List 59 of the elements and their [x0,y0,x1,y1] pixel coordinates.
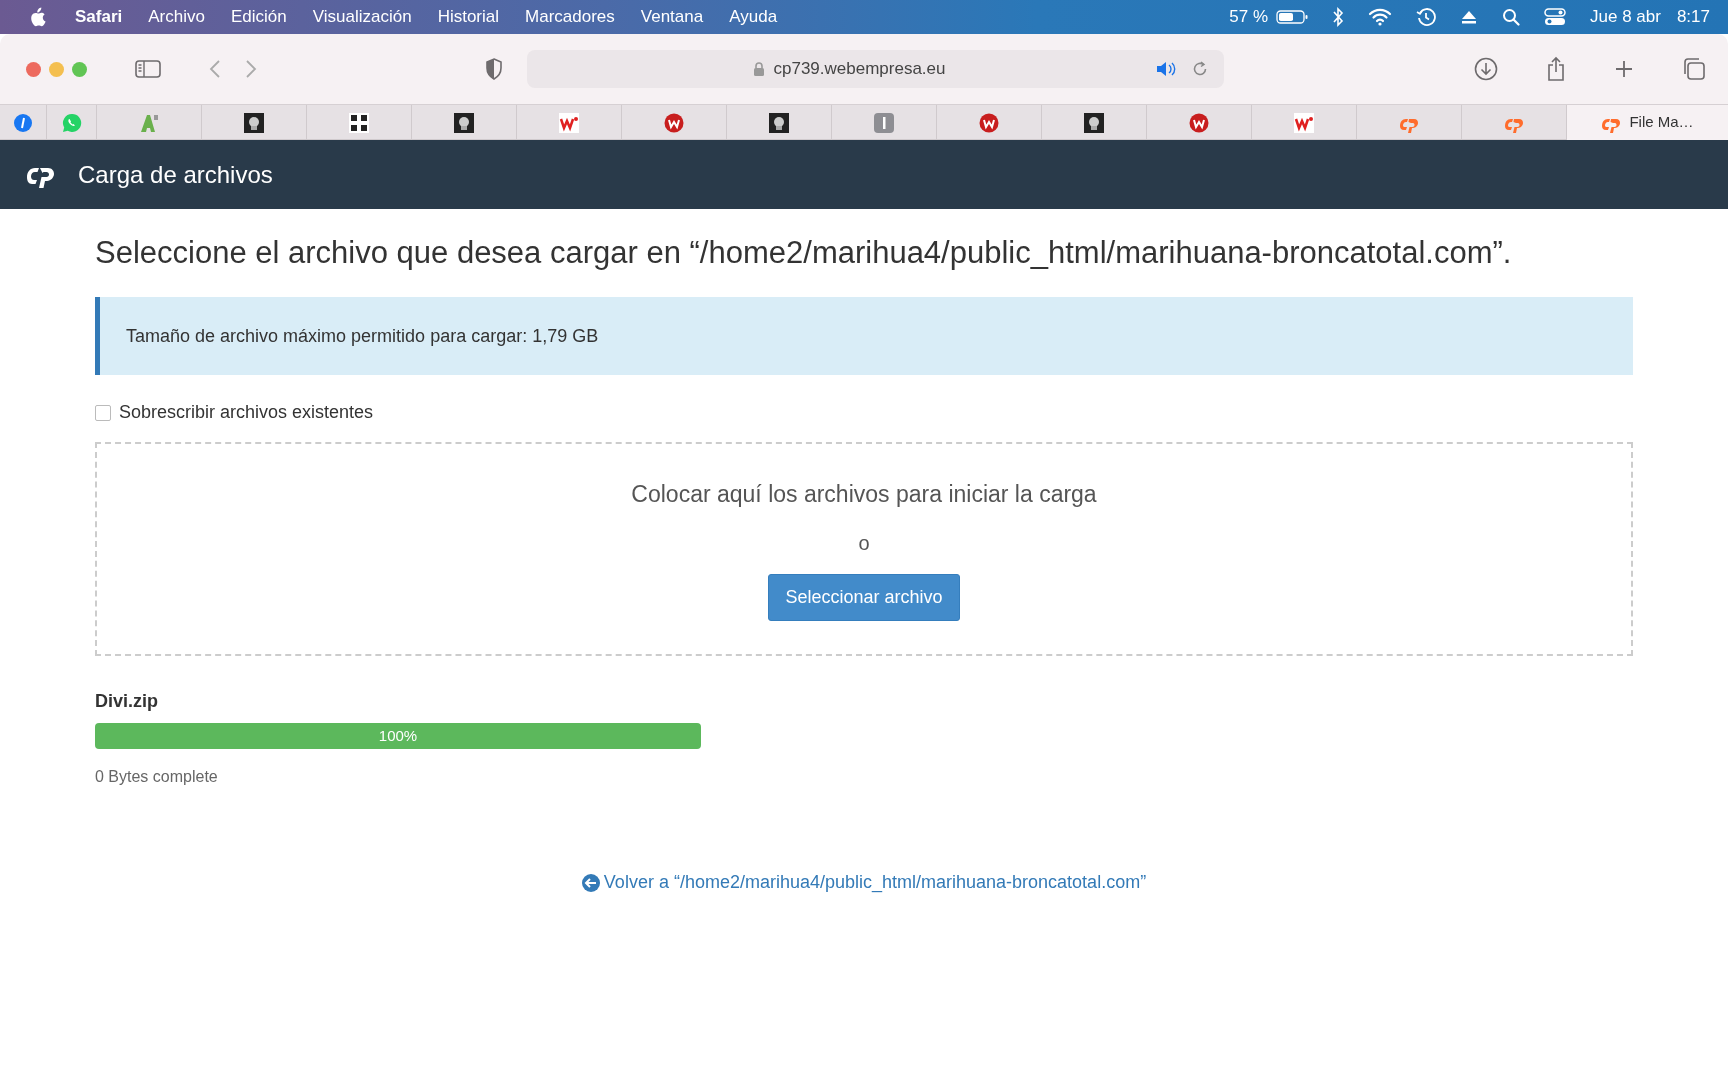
w-logo-icon [559,112,579,133]
menu-item[interactable]: Visualización [299,4,425,30]
select-file-button[interactable]: Seleccionar archivo [768,573,960,621]
menu-item[interactable]: Ventana [627,4,717,30]
speaker-icon[interactable] [1156,61,1176,77]
chat-bubble-icon [61,112,82,133]
menu-item[interactable]: Historial [424,4,513,30]
shield-icon[interactable] [485,58,503,80]
checkbox-label: Sobrescribir archivos existentes [119,401,374,424]
app-menu[interactable]: Safari [62,4,136,30]
browser-tab[interactable]: File Ma… [1567,105,1728,140]
menu-item[interactable]: Edición [217,4,300,30]
share-icon[interactable] [1546,56,1566,82]
photo-icon [1084,112,1104,133]
square-icon [874,112,894,133]
drop-prompt: Colocar aquí los archivos para iniciar la carga [631,480,1097,510]
eject-icon[interactable] [1460,9,1478,25]
menu-item[interactable]: Ayuda [716,4,791,30]
clock-icon[interactable] [1416,7,1436,27]
close-button[interactable] [26,61,41,77]
w-logo-icon [979,112,999,133]
menu-item[interactable]: Archivo [135,4,218,30]
photo-icon [454,112,474,133]
page-heading: Seleccione el archivo que desea cargar en “/home2/marihua4/public_html/marihuana-broncatotal.com”. [95,235,1513,271]
photo-icon [244,112,264,133]
w-logo-icon [664,112,684,133]
w-logo-icon [1294,112,1314,133]
toggle-icon[interactable] [1544,8,1566,26]
w-logo-icon [1189,112,1209,133]
progress-bar: 100% [95,723,701,749]
battery-percentage: 57 % [1229,6,1268,29]
logo-icon [139,112,159,133]
apple-icon [28,7,46,27]
circle-icon [13,112,33,133]
plus-icon[interactable] [1614,59,1634,79]
back-link[interactable]: Volver a “/home2/marihua4/public_html/marihuana-broncatotal.com” [581,869,1147,896]
download-icon[interactable] [1474,57,1498,81]
wifi-icon[interactable] [1368,8,1392,26]
lock-icon [753,61,766,77]
search-icon[interactable] [1502,8,1520,26]
date-text: Jue 8 abr [1590,6,1661,29]
sidebar-icon[interactable] [135,59,161,79]
or-text: o [858,530,870,556]
file-name: Divi.zip [95,690,159,713]
photo-icon [769,112,789,133]
grid-icon [349,112,369,133]
page-title: Carga de archivos [78,159,273,190]
info-alert: Tamaño de archivo máximo permitido para cargar: 1,79 GB [95,297,1633,375]
address-bar[interactable]: cp739.webempresa.eu [527,50,1224,88]
drop-zone[interactable]: Colocar aquí los archivos para iniciar la carga o Seleccionar archivo [95,442,1633,656]
menu-item[interactable]: Marcadores [512,4,628,30]
url-text: cp739.webempresa.eu [773,58,946,81]
bluetooth-icon[interactable] [1332,7,1344,27]
battery-icon[interactable] [1276,9,1308,25]
reload-icon[interactable] [1192,60,1208,78]
checkbox[interactable] [95,404,111,421]
upload-status: 0 Bytes complete [95,767,219,787]
time-text: 8:17 [1676,6,1710,29]
tabs-overview-icon[interactable] [1682,57,1706,81]
